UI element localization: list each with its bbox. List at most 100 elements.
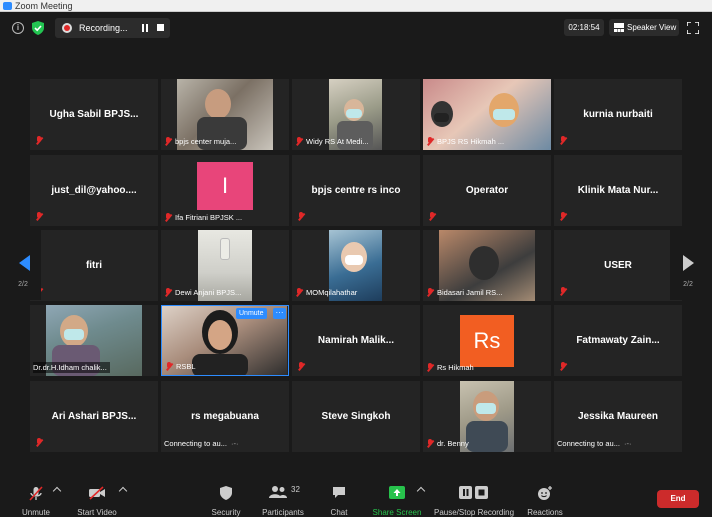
meeting-toolbar: Unmute Start Video Security 32 Participa… — [0, 476, 712, 517]
participant-tile[interactable]: Klinik Mata Nur... — [554, 155, 682, 226]
fullscreen-icon[interactable] — [687, 22, 699, 34]
participant-tile[interactable]: I Ifa Fitriani BPJSK ... — [161, 155, 289, 226]
page-indicator: 2/2 — [18, 281, 28, 288]
arrow-left-icon — [19, 255, 30, 271]
participant-tile[interactable]: Widy RS At Medi... — [292, 79, 420, 150]
participant-tile[interactable]: Bidasari Jamil RS... — [423, 230, 551, 301]
participant-tile[interactable]: MOMqilahathar — [292, 230, 420, 301]
reactions-button[interactable]: Reactions — [526, 482, 564, 517]
participant-avatar: Rs — [460, 315, 514, 367]
chat-button[interactable]: Chat — [322, 482, 356, 517]
participants-label: Participants — [262, 508, 304, 517]
participant-name: Ifa Fitriani BPJSK ... — [175, 213, 243, 222]
stop-recording-icon[interactable] — [157, 24, 164, 31]
recording-label: Recording... — [79, 23, 128, 33]
participant-name: Dr.dr.H.Idham chalik... — [33, 363, 107, 372]
mic-muted-icon — [164, 288, 172, 297]
participant-tile[interactable]: bpjs centre rs inco — [292, 155, 420, 226]
participant-name: just_dil@yahoo.... — [51, 185, 137, 196]
meeting-timer: 02:18:54 — [564, 19, 604, 36]
participant-name: MOMqilahathar — [306, 288, 358, 297]
mic-muted-icon — [35, 136, 43, 145]
participants-icon — [269, 486, 287, 498]
arrow-right-icon — [683, 255, 694, 271]
participants-button[interactable]: 32 Participants — [258, 482, 308, 517]
participant-name: Ari Ashari BPJS... — [51, 411, 137, 422]
participant-tile[interactable]: Namirah Malik... — [292, 305, 420, 376]
share-screen-button[interactable]: Share Screen — [372, 482, 422, 517]
participant-tile[interactable]: Ari Ashari BPJS... — [30, 381, 158, 452]
title-bar: Zoom Meeting — [0, 0, 712, 12]
info-icon[interactable]: i — [12, 22, 24, 34]
participant-tile[interactable]: bpjs center muja... — [161, 79, 289, 150]
next-page-button[interactable]: 2/2 — [670, 230, 706, 300]
pause-stop-recording-button[interactable]: Pause/Stop Recording — [434, 482, 514, 517]
security-button[interactable]: Security — [206, 482, 246, 517]
mic-muted-icon — [35, 212, 43, 221]
connecting-icon: ·-· — [230, 439, 239, 448]
meeting-top-bar: i Recording... 02:18:54 Speaker View — [0, 12, 712, 44]
participant-name: Steve Singkoh — [321, 411, 391, 422]
unmute-participant-button[interactable]: Unmute — [236, 308, 267, 319]
mic-muted-icon — [164, 137, 172, 146]
chat-label: Chat — [330, 508, 348, 517]
unmute-button[interactable]: Unmute — [16, 482, 56, 517]
mic-muted-icon — [426, 137, 434, 146]
end-meeting-button[interactable]: End — [657, 490, 699, 508]
video-options-chevron-icon[interactable] — [118, 486, 128, 496]
start-video-button[interactable]: Start Video — [74, 482, 120, 517]
participant-tile[interactable]: dr. Benny — [423, 381, 551, 452]
unmute-label: Unmute — [21, 508, 50, 517]
participant-name: Rs Hikmah — [437, 363, 474, 372]
participant-name: Widy RS At Medi... — [306, 137, 369, 146]
participant-name: Operator — [465, 185, 509, 196]
reactions-label: Reactions — [527, 508, 563, 517]
participant-caption: BPJS RS Hikmah ... — [426, 136, 504, 147]
previous-page-button[interactable]: 2/2 — [5, 230, 41, 300]
participant-tile[interactable]: Operator — [423, 155, 551, 226]
participant-name: Dewi Anjani BPJS... — [175, 288, 242, 297]
participant-tile[interactable]: Ugha Sabil BPJS... — [30, 79, 158, 150]
participant-name: USER — [604, 260, 632, 271]
mic-muted-icon — [164, 213, 172, 222]
participants-count: 32 — [291, 485, 300, 494]
participant-tile[interactable]: just_dil@yahoo.... — [30, 155, 158, 226]
participant-tile[interactable]: USER — [554, 230, 682, 301]
mic-muted-icon — [297, 212, 305, 221]
speaker-view-label: Speaker View — [627, 23, 677, 32]
participant-tile[interactable]: Unmute ··· RSBL — [161, 305, 289, 376]
connection-status: Connecting to au... ·-· — [557, 438, 631, 449]
participant-caption: Dr.dr.H.Idham chalik... — [33, 362, 110, 373]
zoom-window: Zoom Meeting i Recording... 02:18:54 Spe… — [0, 0, 712, 517]
participant-tile[interactable]: rs megabuana Connecting to au... ·-· — [161, 381, 289, 452]
pause-recording-icon[interactable] — [141, 24, 149, 32]
participant-tile[interactable]: BPJS RS Hikmah ... — [423, 79, 551, 150]
participant-caption: Widy RS At Medi... — [295, 136, 369, 147]
participant-tile[interactable]: Dr.dr.H.Idham chalik... — [30, 305, 158, 376]
participant-caption: Bidasari Jamil RS... — [426, 287, 502, 298]
participant-tile[interactable]: Steve Singkoh — [292, 381, 420, 452]
shield-check-icon[interactable] — [32, 21, 44, 35]
participant-tile[interactable]: kurnia nurbaiti — [554, 79, 682, 150]
participant-name: kurnia nurbaiti — [583, 109, 653, 120]
smiley-plus-icon — [538, 486, 552, 500]
participant-name: fitri — [85, 260, 103, 271]
participant-avatar: I — [197, 162, 253, 210]
participant-tile[interactable]: Rs Rs Hikmah — [423, 305, 551, 376]
participant-name: bpjs centre rs inco — [311, 185, 401, 196]
participant-name: Ugha Sabil BPJS... — [49, 109, 139, 120]
participant-caption: Dewi Anjani BPJS... — [164, 287, 241, 298]
participant-tile[interactable]: Dewi Anjani BPJS... — [161, 230, 289, 301]
participant-tile[interactable]: fitri — [30, 230, 158, 301]
recording-indicator: Recording... — [55, 18, 170, 38]
speaker-view-button[interactable]: Speaker View — [609, 19, 679, 36]
mic-muted-icon — [559, 362, 567, 371]
gallery-view: Ugha Sabil BPJS... bpjs center muja... W… — [0, 44, 712, 476]
mic-muted-icon — [559, 287, 567, 296]
participant-tile[interactable]: Fatmawaty Zain... — [554, 305, 682, 376]
more-options-button[interactable]: ··· — [273, 308, 286, 319]
participant-tile[interactable]: Jessika Maureen Connecting to au... ·-· — [554, 381, 682, 452]
mic-muted-icon — [426, 439, 434, 448]
connection-status-text: Connecting to au... — [557, 439, 620, 448]
video-camera-off-icon — [89, 486, 105, 500]
